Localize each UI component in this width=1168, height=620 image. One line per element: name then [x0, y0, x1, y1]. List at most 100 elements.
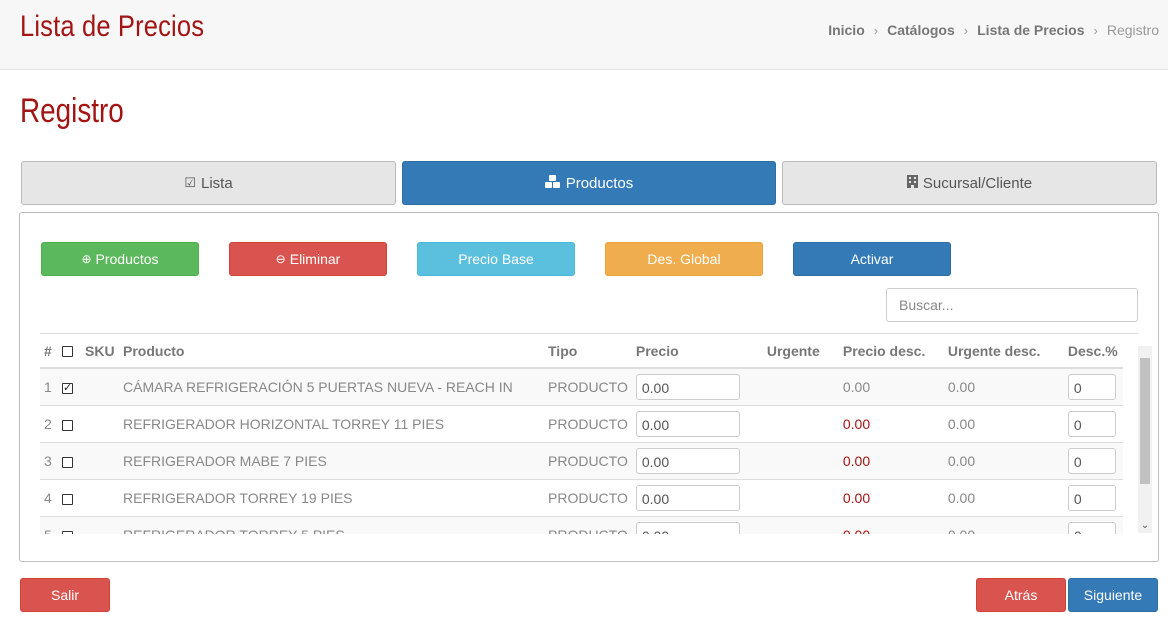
col-tipo[interactable]: Tipo [544, 334, 632, 369]
breadcrumb-lista-precios[interactable]: Lista de Precios [977, 22, 1084, 38]
row-select [58, 516, 81, 534]
products-table: # SKU Producto Tipo Precio Urgente Preci… [40, 334, 1123, 534]
col-desc-percent[interactable]: Desc.% [1063, 334, 1123, 369]
activate-button[interactable]: Activar [793, 242, 951, 276]
top-bar: Lista de Precios Inicio › Catálogos › Li… [0, 0, 1168, 70]
row-urgente-desc: 0.00 [943, 405, 1064, 443]
row-precio: 0.00 [631, 516, 763, 534]
col-producto[interactable]: Producto [119, 334, 544, 369]
col-sku[interactable]: SKU [81, 334, 119, 369]
scroll-down-icon[interactable]: ⌄ [1138, 519, 1152, 533]
discount-input[interactable]: 0 [1067, 411, 1116, 437]
row-precio-desc: 0.00 [838, 442, 944, 480]
table-row: 3 REFRIGERADOR MABE 7 PIES PRODUCTO 0.00… [40, 442, 1123, 480]
base-price-button[interactable]: Precio Base [417, 242, 575, 276]
breadcrumb-catalogos[interactable]: Catálogos [887, 22, 955, 38]
table-header-row: # SKU Producto Tipo Precio Urgente Preci… [40, 334, 1123, 369]
row-desc: 0 [1063, 367, 1123, 406]
page-title: Registro [20, 92, 124, 130]
breadcrumb-inicio[interactable]: Inicio [828, 22, 865, 38]
row-precio: 0.00 [631, 405, 763, 443]
row-precio: 0.00 [631, 442, 763, 480]
exit-button[interactable]: Salir [20, 578, 110, 612]
row-sku [81, 367, 119, 406]
row-tipo: PRODUCTO [544, 367, 632, 406]
col-urgente-desc[interactable]: Urgente desc. [943, 334, 1064, 369]
breadcrumb: Inicio › Catálogos › Lista de Precios › … [828, 22, 1159, 38]
row-urgente-desc: 0.00 [943, 367, 1064, 406]
row-checkbox[interactable] [62, 381, 73, 394]
row-desc: 0 [1063, 516, 1123, 534]
row-select [58, 442, 81, 480]
products-panel: ⊕ Productos ⊖ Eliminar Precio Base Des. … [19, 212, 1159, 562]
global-discount-button[interactable]: Des. Global [605, 242, 763, 276]
col-number: # [40, 334, 58, 369]
row-select [58, 367, 81, 406]
check-square-icon: ☑ [184, 175, 196, 190]
row-urgente-desc: 0.00 [943, 516, 1064, 534]
row-number: 3 [40, 442, 58, 480]
products-table-container: # SKU Producto Tipo Precio Urgente Preci… [40, 333, 1138, 534]
tab-label: Lista [200, 174, 233, 192]
row-tipo: PRODUCTO [544, 479, 632, 517]
row-number: 2 [40, 405, 58, 443]
table-row: 5 REFRIGERADOR TORREY 5 PIES PRODUCTO 0.… [40, 516, 1123, 534]
price-input[interactable]: 0.00 [635, 411, 740, 437]
row-precio-desc: 0.00 [838, 367, 944, 406]
activate-label: Activar [850, 251, 894, 267]
row-precio-desc: 0.00 [838, 479, 944, 517]
global-discount-label: Des. Global [647, 251, 721, 267]
row-number: 1 [40, 367, 58, 406]
row-checkbox[interactable] [62, 456, 73, 468]
table-scrollbar[interactable]: ⌄ [1138, 346, 1152, 533]
scrollbar-thumb[interactable] [1140, 358, 1150, 484]
price-input[interactable]: 0.00 [635, 374, 740, 400]
base-price-label: Precio Base [458, 251, 534, 267]
delete-button[interactable]: ⊖ Eliminar [229, 242, 387, 276]
select-all-checkbox[interactable] [62, 346, 73, 358]
next-button[interactable]: Siguiente [1068, 578, 1158, 612]
row-select [58, 405, 81, 443]
cubes-icon [544, 175, 561, 191]
col-precio-desc[interactable]: Precio desc. [838, 334, 944, 369]
delete-label: Eliminar [289, 251, 341, 267]
row-precio-desc: 0.00 [838, 516, 944, 534]
table-row: 2 REFRIGERADOR HORIZONTAL TORREY 11 PIES… [40, 405, 1123, 443]
tab-productos[interactable]: Productos [402, 161, 776, 205]
row-urgente [762, 516, 839, 534]
tab-sucursal-cliente[interactable]: Sucursal/Cliente [782, 161, 1157, 205]
row-producto: REFRIGERADOR TORREY 5 PIES [119, 516, 544, 534]
row-checkbox[interactable] [62, 419, 73, 431]
table-row: 1 CÁMARA REFRIGERACIÓN 5 PUERTAS NUEVA -… [40, 367, 1123, 406]
discount-input[interactable]: 0 [1067, 522, 1116, 534]
row-producto: REFRIGERADOR MABE 7 PIES [119, 442, 544, 480]
price-input[interactable]: 0.00 [635, 485, 740, 511]
tab-label: Productos [565, 174, 634, 192]
price-input[interactable]: 0.00 [635, 522, 740, 534]
row-precio: 0.00 [631, 479, 763, 517]
discount-input[interactable]: 0 [1067, 485, 1116, 511]
add-products-button[interactable]: ⊕ Productos [41, 242, 199, 276]
back-button[interactable]: Atrás [976, 578, 1066, 612]
row-producto: REFRIGERADOR TORREY 19 PIES [119, 479, 544, 517]
row-sku [81, 405, 119, 443]
row-urgente [762, 405, 839, 443]
chevron-right-icon: › [873, 22, 879, 38]
breadcrumb-registro: Registro [1106, 22, 1159, 38]
row-urgente [762, 442, 839, 480]
col-precio[interactable]: Precio [631, 334, 763, 369]
col-urgente[interactable]: Urgente [762, 334, 839, 369]
search-input[interactable] [886, 288, 1138, 322]
minus-circle-icon: ⊖ [275, 252, 286, 266]
tab-lista[interactable]: ☑ Lista [21, 161, 396, 205]
discount-input[interactable]: 0 [1067, 448, 1116, 474]
row-urgente [762, 367, 839, 406]
row-checkbox[interactable] [62, 493, 73, 505]
row-checkbox[interactable] [62, 530, 73, 534]
plus-circle-icon: ⊕ [81, 252, 92, 266]
chevron-right-icon: › [963, 22, 969, 38]
row-number: 4 [40, 479, 58, 517]
discount-input[interactable]: 0 [1067, 374, 1116, 400]
row-sku [81, 442, 119, 480]
price-input[interactable]: 0.00 [635, 448, 740, 474]
